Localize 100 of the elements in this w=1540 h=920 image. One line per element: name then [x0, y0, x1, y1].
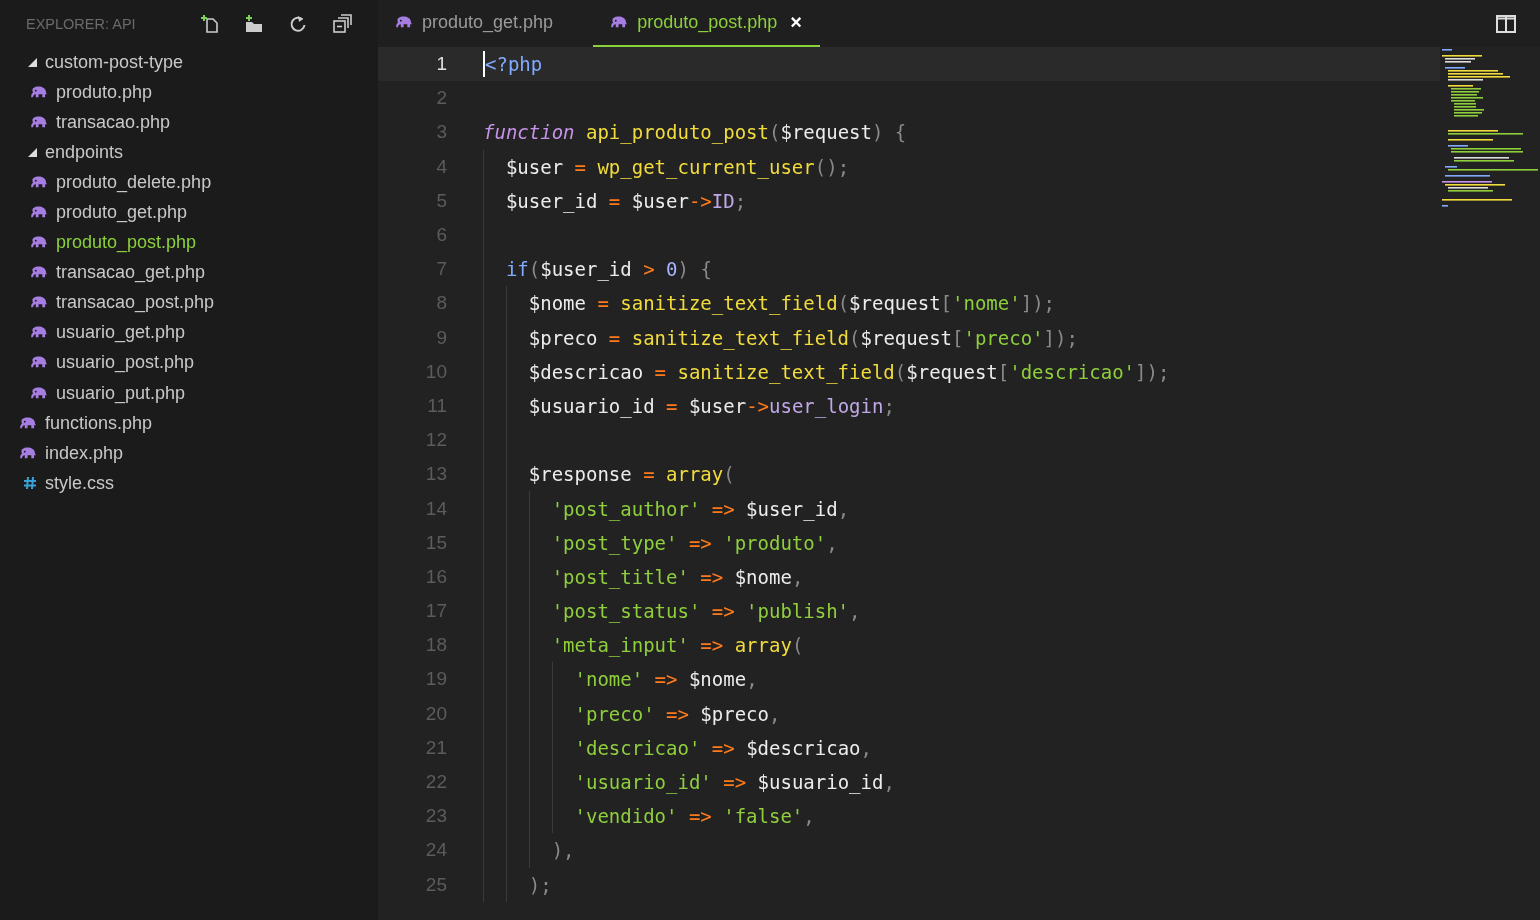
punctuation: (: [769, 121, 781, 144]
line-number: 4: [435, 155, 448, 178]
operator: =>: [699, 634, 724, 657]
file-item[interactable]: usuario_post.php: [0, 347, 378, 379]
operator: ->: [688, 189, 712, 212]
line-number: 2: [435, 87, 448, 110]
file-item[interactable]: produto_get.php: [0, 197, 378, 228]
string-literal: 'post_author': [551, 497, 701, 520]
collapse-all-icon[interactable]: [332, 13, 352, 34]
property-name: user_login: [769, 394, 884, 417]
line-number: 15: [424, 531, 448, 554]
string-literal: 'preco': [963, 326, 1044, 349]
operator: =>: [710, 497, 735, 520]
php-tag: <?php: [485, 53, 543, 76]
variable: $preco: [528, 326, 598, 349]
operator: =: [607, 326, 621, 349]
variable: $nome: [687, 668, 747, 691]
hash-icon: [23, 476, 37, 491]
punctuation: ),: [551, 839, 575, 862]
elephant-icon: [31, 296, 48, 310]
file-item[interactable]: usuario_get.php: [0, 317, 378, 348]
variable: $user_id: [505, 189, 598, 212]
elephant-icon: [31, 115, 48, 129]
split-editor-icon[interactable]: [1496, 14, 1516, 33]
file-item[interactable]: produto_post.php: [0, 227, 378, 258]
punctuation: ;: [883, 394, 895, 417]
operator: ->: [746, 394, 769, 417]
punctuation: ,: [837, 497, 850, 520]
variable: $user_id: [540, 258, 632, 281]
function-name: sanitize_text_field: [630, 326, 850, 349]
string-literal: 'post_type': [551, 531, 678, 554]
line-number: 5: [435, 189, 448, 212]
string-literal: 'vendido': [574, 805, 678, 828]
new-file-icon[interactable]: [200, 13, 220, 34]
line-number: 8: [435, 292, 448, 315]
property-name: ID: [711, 189, 735, 212]
elephant-icon: [31, 386, 48, 400]
line-number: 18: [424, 634, 448, 657]
variable: $descricao: [528, 360, 644, 383]
punctuation: (: [723, 463, 735, 486]
file-item[interactable]: index.php: [0, 438, 378, 469]
operator: =>: [699, 565, 724, 588]
line-number: 19: [424, 668, 448, 691]
function-name: api_produto_post: [584, 121, 769, 144]
line-number: 10: [424, 360, 448, 383]
line-number: 7: [435, 258, 448, 281]
line-number: 24: [424, 839, 448, 862]
folder-item[interactable]: custom-post-type: [0, 47, 378, 78]
operator: =: [607, 189, 621, 212]
string-literal: 'post_title': [551, 565, 689, 588]
file-item[interactable]: usuario_put.php: [0, 378, 378, 409]
file-item[interactable]: produto.php: [0, 77, 378, 108]
string-literal: 'publish': [745, 600, 850, 623]
line-number: 3: [435, 121, 448, 144]
elephant-icon: [20, 416, 37, 430]
function-name: array: [665, 463, 724, 486]
close-button[interactable]: ×: [786, 11, 802, 34]
operator: =>: [687, 531, 712, 554]
variable: $request: [780, 121, 872, 144]
operator: =: [596, 292, 609, 315]
text-cursor: [483, 51, 485, 78]
string-literal: 'descricao': [574, 736, 701, 759]
punctuation: (: [849, 326, 861, 349]
variable: $nome: [528, 292, 586, 315]
operator: =>: [722, 771, 747, 794]
file-item[interactable]: transacao_post.php: [0, 287, 378, 318]
elephant-icon: [20, 446, 37, 460]
function-name: sanitize_text_field: [619, 292, 838, 315]
folder-item[interactable]: endpoints: [0, 137, 378, 168]
punctuation: (: [528, 258, 541, 281]
punctuation: ,: [860, 736, 872, 759]
punctuation: [: [997, 360, 1010, 383]
string-literal: 'descricao': [1009, 360, 1136, 383]
elephant-icon: [31, 85, 48, 99]
punctuation: ();: [814, 155, 850, 178]
string-literal: 'post_status': [551, 600, 701, 623]
punctuation: );: [528, 873, 552, 896]
punctuation: [: [952, 326, 964, 349]
punctuation: ,: [791, 565, 804, 588]
line-number: 14: [424, 497, 448, 520]
file-item[interactable]: transacao.php: [0, 107, 378, 138]
refresh-icon[interactable]: [288, 13, 308, 34]
variable: $usuario_id: [528, 394, 655, 417]
variable: $request: [849, 292, 941, 315]
line-number: 22: [424, 771, 448, 794]
operator: >: [642, 258, 655, 281]
function-name: wp_get_current_user: [596, 155, 815, 178]
file-item[interactable]: produto_delete.php: [0, 167, 378, 198]
file-item[interactable]: style.css: [0, 468, 378, 499]
punctuation: ,: [769, 702, 781, 725]
elephant-icon: [396, 16, 413, 29]
punctuation: ) {: [677, 258, 712, 281]
punctuation: ,: [803, 805, 815, 828]
editor-tab[interactable]: produto_get.php: [378, 0, 572, 47]
operator: =>: [687, 805, 712, 828]
variable: $user: [630, 189, 689, 212]
file-item[interactable]: functions.php: [0, 408, 378, 439]
punctuation: ]);: [1135, 360, 1170, 383]
new-folder-icon[interactable]: [244, 13, 264, 34]
file-item[interactable]: transacao_get.php: [0, 257, 378, 288]
